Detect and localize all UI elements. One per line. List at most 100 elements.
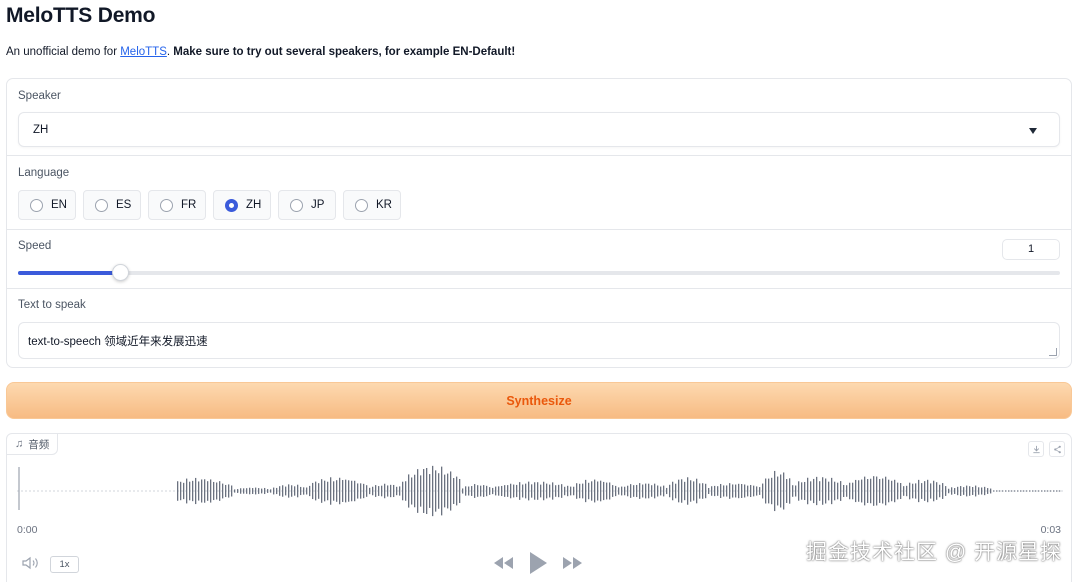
speed-label: Speed — [18, 240, 52, 252]
waveform-bar — [261, 488, 263, 494]
language-option-kr[interactable]: KR — [343, 190, 401, 220]
waveform-bar — [1011, 490, 1013, 492]
play-button[interactable] — [527, 551, 549, 580]
waveform-bar — [960, 486, 962, 496]
language-option-en[interactable]: EN — [18, 190, 76, 220]
waveform-bar — [411, 477, 413, 505]
waveform-bar — [255, 487, 257, 495]
waveform-bar — [432, 465, 434, 517]
language-radio-group: EN ES FR ZH JP KR — [18, 190, 401, 220]
waveform-bar — [861, 479, 863, 503]
speed-slider[interactable] — [18, 264, 1060, 281]
waveform-bar — [675, 483, 677, 499]
audio-label: ♫ 音频 — [6, 433, 59, 455]
waveform-bar — [720, 483, 722, 499]
waveform-bar — [879, 479, 881, 503]
language-option-zh[interactable]: ZH — [213, 190, 271, 220]
synthesize-button[interactable]: Synthesize — [6, 382, 1072, 419]
download-button[interactable] — [1028, 441, 1044, 457]
speed-slider-thumb[interactable] — [112, 264, 130, 281]
waveform-bar — [561, 484, 563, 498]
waveform-bar — [393, 484, 395, 498]
waveform-bar — [231, 485, 233, 497]
waveform-bar — [501, 485, 503, 497]
waveform-bar — [963, 487, 965, 495]
waveform-bar — [186, 478, 188, 504]
waveform-bar — [783, 472, 785, 510]
waveform-bar — [795, 485, 797, 497]
waveform-bar — [975, 485, 977, 497]
waveform-bar — [849, 482, 851, 500]
waveform-bar — [651, 485, 653, 497]
waveform-bar — [510, 483, 512, 499]
playback-rate-button[interactable]: 1x — [50, 556, 79, 573]
language-option-label: ES — [116, 199, 132, 211]
waveform-bar — [252, 488, 254, 494]
waveform-bar — [939, 484, 941, 498]
speaker-dropdown[interactable]: ZH — [18, 112, 1060, 147]
waveform-bar — [585, 479, 587, 503]
waveform-bar — [489, 487, 491, 495]
text-input[interactable]: text-to-speech 领域近年来发展迅速 — [18, 322, 1060, 359]
waveform-bar — [552, 482, 554, 500]
waveform-bar — [441, 466, 443, 516]
download-icon — [1032, 445, 1040, 454]
waveform-bar — [708, 487, 710, 495]
page-title: MeloTTS Demo — [6, 4, 156, 27]
waveform-bar — [480, 485, 482, 497]
volume-button[interactable] — [22, 556, 40, 573]
melotts-link[interactable]: MeloTTS — [120, 46, 167, 58]
waveform-bar — [741, 484, 743, 498]
waveform-bar — [447, 473, 449, 509]
share-button[interactable] — [1049, 441, 1065, 457]
waveform-bar — [825, 478, 827, 504]
description-prefix: An unofficial demo for — [6, 46, 121, 58]
waveform-bar — [726, 485, 728, 497]
language-option-es[interactable]: ES — [83, 190, 141, 220]
waveform-bar — [936, 482, 938, 500]
waveform-bar — [573, 486, 575, 496]
waveform-bar — [852, 482, 854, 500]
waveform-bar — [336, 480, 338, 502]
waveform-bar — [309, 485, 311, 497]
waveform-bar — [819, 481, 821, 501]
waveform-bar — [999, 490, 1001, 492]
waveform-bar — [744, 484, 746, 498]
text-block: Text to speak text-to-speech 领域近年来发展迅速 — [7, 289, 1071, 367]
waveform-bar — [384, 483, 386, 499]
waveform-bar — [579, 483, 581, 499]
waveform-bar — [363, 483, 365, 499]
speed-number-input[interactable]: 1 — [1002, 239, 1060, 260]
waveform-bar — [771, 477, 773, 505]
radio-indicator — [30, 198, 43, 212]
waveform-bar — [375, 485, 377, 497]
waveform-bar — [747, 485, 749, 497]
waveform-bar — [582, 483, 584, 499]
waveform-bar — [810, 481, 812, 501]
skip-forward-button[interactable] — [561, 551, 583, 580]
waveform-bar — [798, 481, 800, 501]
description-bold: Make sure to try out several speakers, f… — [170, 46, 516, 58]
language-option-label: FR — [181, 199, 197, 211]
waveform-bar — [357, 483, 359, 499]
waveform-bar — [735, 484, 737, 498]
waveform-bar — [981, 487, 983, 495]
waveform-bar — [1008, 490, 1010, 492]
waveform-bar — [450, 471, 452, 511]
waveform[interactable] — [17, 462, 1063, 520]
time-end: 0:03 — [1040, 524, 1061, 536]
language-option-fr[interactable]: FR — [148, 190, 206, 220]
waveform-bar — [1029, 490, 1031, 492]
waveform-bar — [303, 487, 305, 495]
waveform-bar — [534, 482, 536, 500]
waveform-bar — [381, 485, 383, 497]
waveform-bar — [903, 486, 905, 496]
waveform-bar — [660, 486, 662, 496]
waveform-bar — [591, 481, 593, 501]
skip-backward-button[interactable] — [493, 551, 515, 580]
language-option-jp[interactable]: JP — [278, 190, 336, 220]
waveform-bar — [756, 486, 758, 496]
waveform-bar — [474, 484, 476, 498]
resize-handle-icon[interactable] — [1049, 348, 1057, 356]
waveform-bar — [459, 478, 461, 504]
